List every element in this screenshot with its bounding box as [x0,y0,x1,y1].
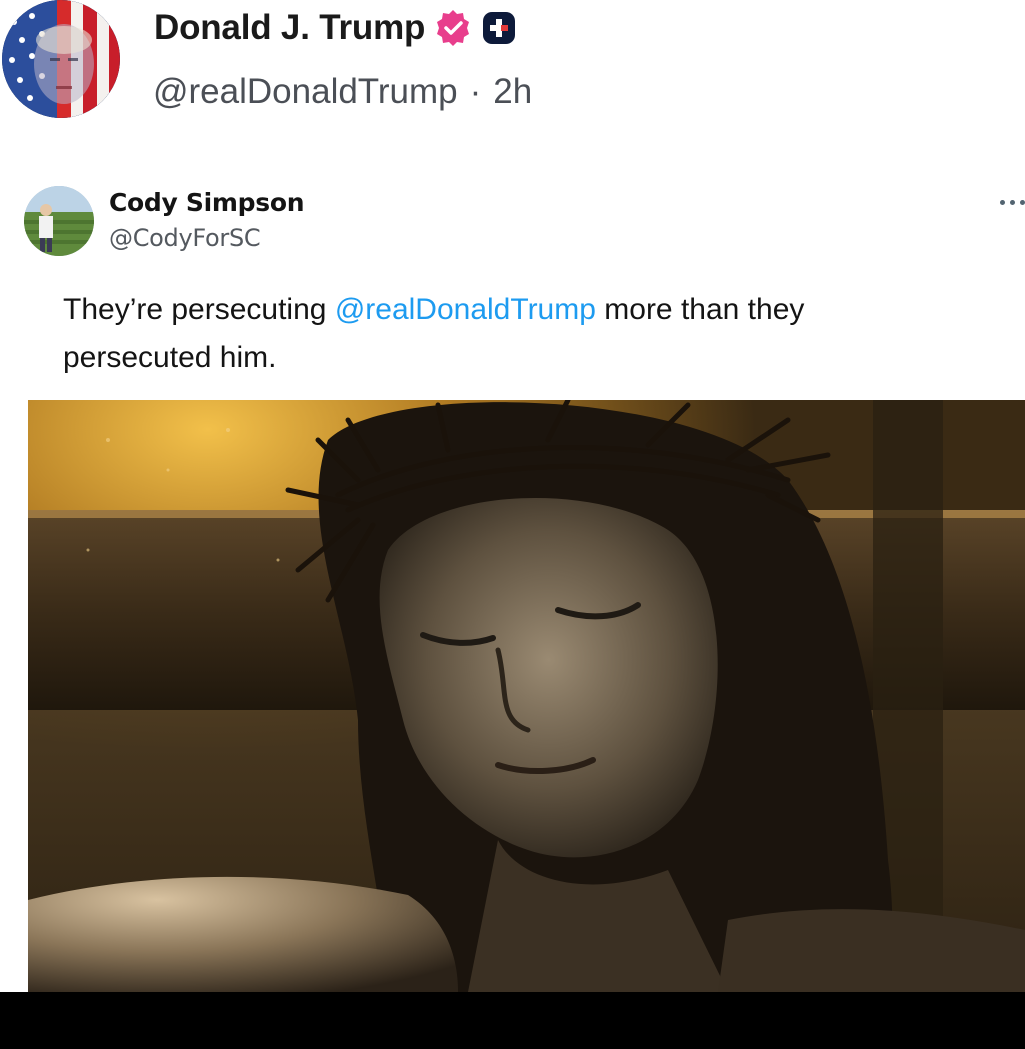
avatar[interactable] [2,0,120,118]
display-name[interactable]: Donald J. Trump [154,8,425,48]
bottom-black-bar [0,992,1025,1049]
more-dots-icon[interactable] [989,190,1025,214]
truth-plus-icon [483,12,516,44]
quoted-display-name[interactable]: Cody Simpson [109,188,305,217]
handle-row: @realDonaldTrump · 2h [153,72,532,112]
post-header: Donald J. Trump @realDonaldTrump · 2h [0,0,1025,130]
media-image-art [28,400,1025,992]
crucifixion-portrait-image[interactable] [28,400,1025,992]
mention-link[interactable]: @realDonaldTrump [335,293,596,326]
text-before: They’re persecuting [63,293,327,326]
separator: · [469,72,482,111]
post-time[interactable]: 2h [493,72,532,112]
quoted-post[interactable]: Cody Simpson @CodyForSC They’re persecut… [0,168,1025,1000]
quoted-avatar[interactable] [24,186,94,256]
quoted-post-text: They’re persecuting @realDonaldTrump mor… [63,286,943,382]
flag-portrait-avatar-icon [2,0,120,118]
verified-badge-icon [437,10,470,46]
quoted-handle[interactable]: @CodyForSC [109,224,261,252]
dot [1010,199,1015,205]
field-photo-avatar-icon [24,186,94,256]
dot [1020,199,1025,205]
author-handle[interactable]: @realDonaldTrump [153,72,458,112]
dot [1000,199,1005,205]
display-name-row: Donald J. Trump [154,4,517,52]
